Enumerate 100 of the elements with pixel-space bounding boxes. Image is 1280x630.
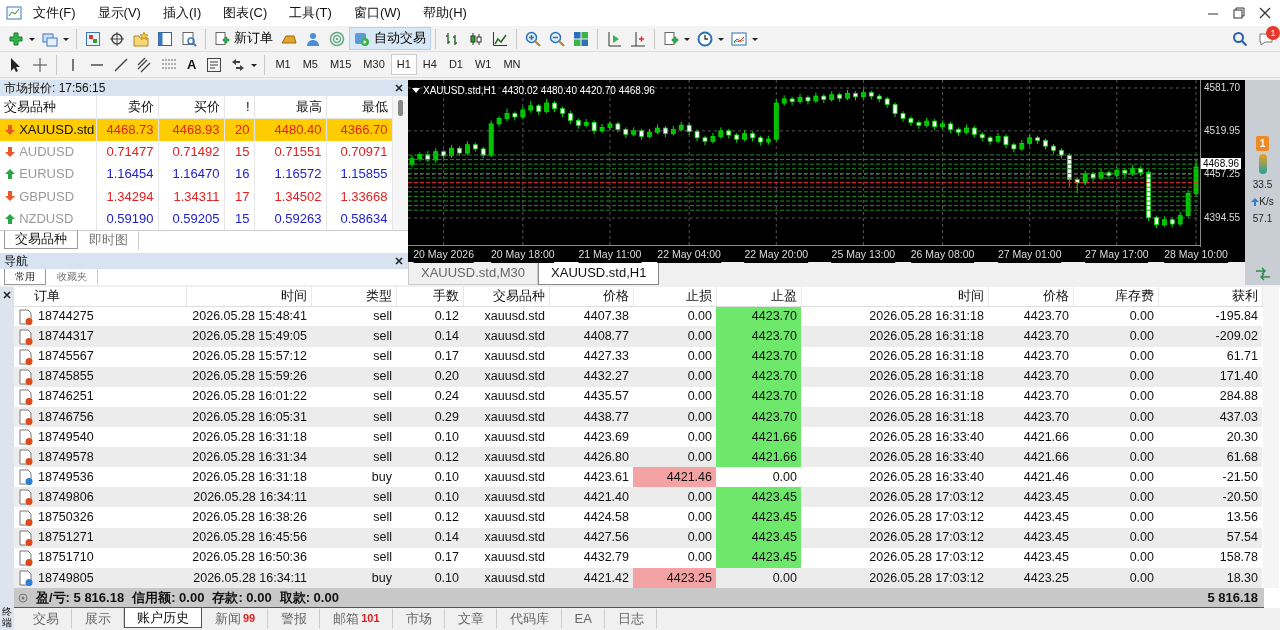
menu-item[interactable]: 插入(I)	[151, 3, 213, 23]
zoom-in-icon[interactable]	[525, 30, 541, 47]
column-header[interactable]: 交易品种	[463, 287, 549, 307]
panel-tab[interactable]: 收藏夹	[46, 269, 98, 285]
quote-row[interactable]: GBPUSD 1.34294 1.34311 17 1.34502 1.33668	[0, 185, 392, 208]
column-header[interactable]: 买价	[158, 96, 224, 119]
terminal-tab[interactable]: 交易	[20, 608, 72, 629]
tiles-icon[interactable]	[573, 30, 589, 47]
document-plus-icon	[214, 30, 230, 47]
terminal-tab[interactable]: EA	[561, 608, 605, 629]
timeframe-button[interactable]: D1	[442, 54, 469, 75]
menu-item[interactable]: 帮助(H)	[411, 3, 478, 23]
panel-tab[interactable]: 交易品种	[4, 231, 78, 249]
menu-item[interactable]: 显示(V)	[86, 3, 152, 23]
price-axis-label: 4581.70	[1204, 83, 1241, 93]
scrollbar[interactable]	[1262, 287, 1279, 588]
terminal-tab[interactable]: 日志	[604, 608, 657, 629]
terminal-tab[interactable]: 代码库	[496, 608, 562, 629]
table-cell: 0.70971	[326, 140, 392, 163]
table-cell: 0.59190	[96, 207, 158, 230]
column-header[interactable]: 最低	[326, 96, 392, 119]
transfer-arrows-icon[interactable]	[1254, 265, 1271, 282]
column-header[interactable]: 获利	[1158, 287, 1262, 307]
terminal-tab[interactable]: 警报	[268, 608, 321, 629]
timeframe-button[interactable]: H1	[390, 54, 417, 75]
time-axis-label: 25 May 13:00	[831, 247, 896, 263]
timeframe-button[interactable]: M30	[357, 54, 391, 75]
column-header[interactable]: 止盈	[716, 287, 801, 307]
app-icon[interactable]	[6, 5, 22, 21]
table-cell: 4408.77	[549, 326, 633, 347]
candlestick-icon[interactable]	[468, 30, 484, 47]
quote-row[interactable]: AUDUSD 0.71477 0.71492 15 0.71551 0.70971	[0, 140, 392, 163]
column-header[interactable]: 库存费	[1073, 287, 1158, 307]
quote-row[interactable]: NZDUSD 0.59190 0.59205 15 0.59263 0.58634	[0, 207, 392, 230]
menu-item[interactable]: 图表(C)	[212, 3, 279, 23]
column-header[interactable]: 类型	[311, 287, 396, 307]
zoom-out-icon[interactable]	[549, 30, 565, 47]
terminal-tab[interactable]: 文章	[444, 608, 497, 629]
tab-label: EA	[574, 610, 592, 628]
template-icon[interactable]	[731, 30, 747, 47]
color-grid-icon[interactable]	[85, 30, 101, 47]
close-icon[interactable]	[394, 256, 404, 266]
column-header[interactable]: 手数	[396, 287, 463, 307]
crosshair-icon[interactable]	[109, 30, 125, 47]
timeframe-button[interactable]: W1	[468, 54, 498, 75]
chart-tab[interactable]: XAUUSD.std,H1	[538, 262, 660, 285]
column-header[interactable]: 价格	[549, 287, 633, 307]
quote-row[interactable]: EURUSD 1.16454 1.16470 16 1.16572 1.15855	[0, 163, 392, 186]
panel-icon[interactable]	[157, 30, 173, 47]
terminal-tab[interactable]: 新闻 99	[202, 608, 269, 629]
close-icon[interactable]	[394, 83, 404, 93]
table-cell: 1.15855	[326, 163, 392, 186]
close-icon[interactable]	[3, 291, 11, 299]
new-order-button[interactable]: 新订单	[210, 28, 277, 49]
close-icon[interactable]	[1258, 6, 1272, 20]
timeframe-button[interactable]: M15	[323, 54, 358, 75]
panel-tab[interactable]: 常用	[4, 269, 46, 285]
column-header[interactable]: 交易品种	[0, 96, 96, 119]
search-icon[interactable]	[1232, 30, 1248, 47]
line-chart-icon[interactable]	[492, 30, 508, 47]
column-header[interactable]: 时间	[801, 287, 988, 307]
clock-icon[interactable]	[697, 30, 713, 47]
candlestick	[1185, 189, 1191, 219]
terminal-tab[interactable]: 市场	[392, 608, 445, 629]
auto-trading-button[interactable]: 自动交易	[349, 27, 431, 50]
text-label-icon[interactable]	[206, 56, 223, 73]
plus-icon[interactable]	[8, 30, 24, 47]
column-header[interactable]: 卖价	[96, 96, 158, 119]
column-header[interactable]: 订单	[14, 287, 186, 307]
column-header[interactable]: 时间	[186, 287, 311, 307]
menu-item[interactable]: 工具(T)	[278, 3, 343, 23]
terminal-tab[interactable]: 邮箱 101	[320, 608, 393, 629]
person-icon[interactable]	[305, 30, 321, 47]
column-header[interactable]: !	[224, 96, 254, 119]
channel-icon[interactable]	[137, 56, 153, 73]
menu-item[interactable]: 窗口(W)	[342, 3, 412, 23]
chart-tab[interactable]: XAUUSD.std,M30	[408, 262, 539, 285]
terminal-tab[interactable]: 账户历史	[124, 608, 202, 628]
document-search-icon[interactable]	[181, 30, 197, 47]
panel-tab[interactable]: 即时图	[78, 231, 139, 250]
text-tool[interactable]: A	[181, 54, 203, 75]
menu-item[interactable]: 文件(F)	[22, 3, 87, 23]
trend-line-icon[interactable]	[113, 56, 129, 73]
bar-chart-icon[interactable]	[444, 30, 460, 47]
timeframe-button[interactable]: H4	[416, 54, 443, 75]
autoscroll-icon[interactable]	[606, 30, 622, 47]
timeframe-button[interactable]: MN	[497, 54, 527, 75]
restore-icon[interactable]	[1232, 6, 1246, 20]
quote-row[interactable]: XAUUSD.std 4468.73 4468.93 20 4480.40 4366.70	[0, 118, 392, 141]
document-plus-icon[interactable]	[663, 30, 679, 47]
column-header[interactable]: 止损	[633, 287, 716, 307]
timeframe-button[interactable]: M1	[269, 54, 297, 75]
chart-shift-icon[interactable]	[630, 30, 646, 47]
column-header[interactable]: 价格	[988, 287, 1073, 307]
folder-star-icon[interactable]	[133, 30, 149, 47]
order-number: 18750326	[38, 509, 94, 527]
dropdown-triangle-icon[interactable]	[412, 87, 420, 94]
column-header[interactable]: 最高	[254, 96, 326, 119]
timeframe-button[interactable]: M5	[296, 54, 324, 75]
order-number: 18751710	[38, 549, 94, 567]
